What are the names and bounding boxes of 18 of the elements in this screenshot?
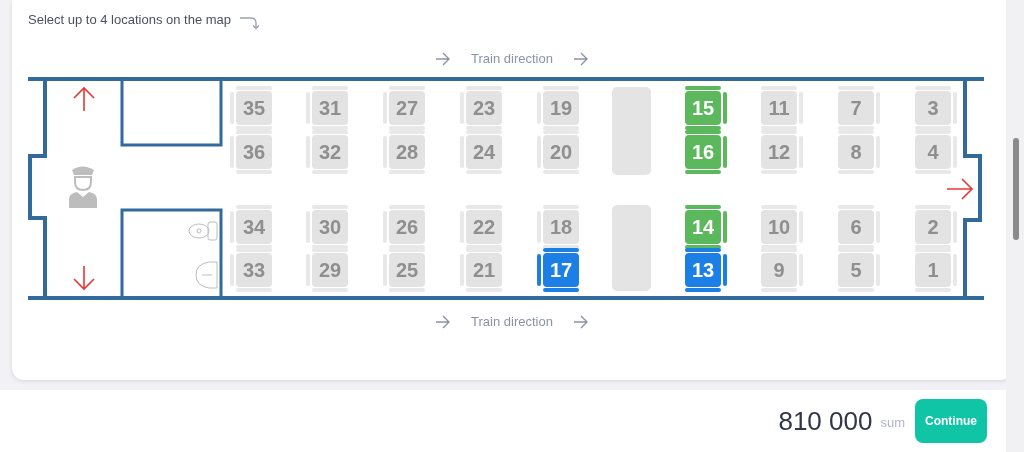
instruction-text: Select up to 4 locations on the map (28, 10, 232, 29)
down-arrow-icon (73, 265, 95, 291)
right-arrow-icon (435, 315, 452, 329)
currency-label: sum (880, 414, 905, 433)
up-arrow-icon (73, 86, 95, 112)
train-direction-label: Train direction (470, 50, 554, 69)
continue-button[interactable]: Continue (915, 399, 987, 443)
toilet-icon (188, 221, 218, 241)
conductor-icon (69, 166, 97, 208)
right-arrow-icon (572, 315, 589, 329)
right-arrow-icon (572, 52, 589, 66)
right-arrow-icon (946, 178, 974, 200)
curved-arrow-icon (239, 15, 262, 30)
right-arrow-icon (435, 52, 452, 66)
price-amount: 810 000 (778, 404, 873, 438)
sink-icon (195, 261, 218, 289)
train-direction-label: Train direction (470, 313, 554, 332)
scrollbar-thumb[interactable] (1013, 138, 1019, 240)
